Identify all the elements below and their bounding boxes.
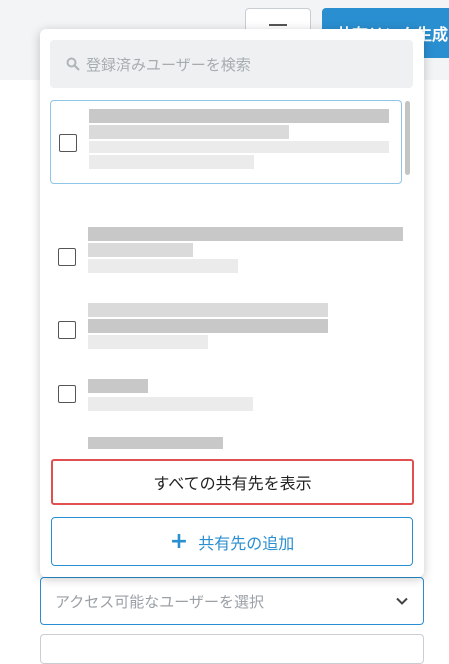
redacted-user-detail: [89, 125, 289, 139]
access-user-select[interactable]: アクセス可能なユーザーを選択: [40, 577, 424, 625]
share-user-popup: 登録済みユーザーを検索 すべての共有先を表示 + 共有先の追加: [40, 29, 424, 577]
redacted-user-name: [88, 437, 223, 449]
user-checkbox[interactable]: [58, 248, 76, 266]
redacted-user-email: [88, 259, 238, 273]
user-search-input[interactable]: 登録済みユーザーを検索: [50, 40, 413, 88]
redacted-user-detail: [88, 319, 328, 333]
redacted-user-email: [89, 155, 254, 169]
add-share-label: 共有先の追加: [198, 533, 295, 553]
plus-icon: +: [169, 528, 189, 554]
redacted-user-name: [88, 303, 328, 317]
list-scrollbar[interactable]: [405, 101, 410, 175]
show-all-shares-button[interactable]: すべての共有先を表示: [51, 459, 414, 505]
redacted-user-name: [88, 227, 403, 241]
secondary-field[interactable]: [40, 634, 424, 664]
list-item[interactable]: [50, 399, 402, 449]
show-all-shares-label: すべての共有先を表示: [153, 474, 312, 493]
chevron-down-icon: [396, 597, 408, 605]
list-item[interactable]: [50, 189, 403, 273]
redacted-user-detail: [89, 141, 389, 153]
list-item[interactable]: [50, 100, 402, 184]
redacted-user-name: [88, 379, 148, 393]
user-checkbox[interactable]: [59, 134, 77, 152]
access-user-select-placeholder: アクセス可能なユーザーを選択: [55, 592, 264, 611]
user-checkbox[interactable]: [58, 321, 76, 339]
add-share-button[interactable]: + 共有先の追加: [51, 517, 413, 566]
redacted-user-name: [89, 109, 389, 123]
search-icon: [66, 57, 80, 71]
search-placeholder: 登録済みユーザーを検索: [86, 55, 251, 74]
user-list: [50, 99, 413, 449]
redacted-user-detail: [88, 243, 193, 257]
